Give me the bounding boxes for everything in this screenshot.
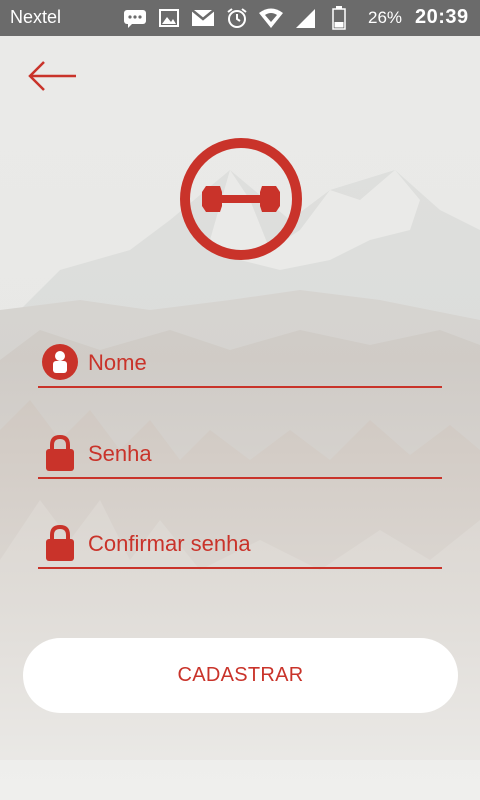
arrow-left-icon bbox=[28, 61, 76, 91]
alarm-icon bbox=[224, 6, 250, 30]
back-button[interactable] bbox=[26, 56, 78, 96]
confirm-password-input[interactable] bbox=[86, 525, 440, 563]
clock: 20:39 bbox=[415, 6, 469, 28]
app-logo bbox=[178, 136, 304, 262]
user-icon bbox=[40, 342, 80, 382]
password-input[interactable] bbox=[86, 435, 440, 473]
name-field bbox=[38, 340, 442, 388]
carrier-name: Nextel bbox=[10, 7, 62, 27]
name-input[interactable] bbox=[86, 344, 440, 382]
message-icon bbox=[122, 6, 148, 30]
confirm-password-field bbox=[38, 521, 442, 569]
status-bar: Nextel 26% 20:39 bbox=[0, 0, 480, 36]
signal-icon bbox=[292, 6, 318, 30]
battery-percent: 26% bbox=[368, 8, 403, 27]
lock-icon bbox=[40, 433, 80, 473]
dumbbell-icon bbox=[180, 138, 302, 260]
battery-icon bbox=[326, 6, 352, 30]
lock-icon bbox=[40, 523, 80, 563]
image-icon bbox=[156, 6, 182, 30]
register-button[interactable]: CADASTRAR bbox=[23, 638, 458, 713]
notification-icons bbox=[122, 6, 352, 30]
password-field bbox=[38, 431, 442, 479]
gmail-icon bbox=[190, 6, 216, 30]
wifi-icon bbox=[258, 6, 284, 30]
